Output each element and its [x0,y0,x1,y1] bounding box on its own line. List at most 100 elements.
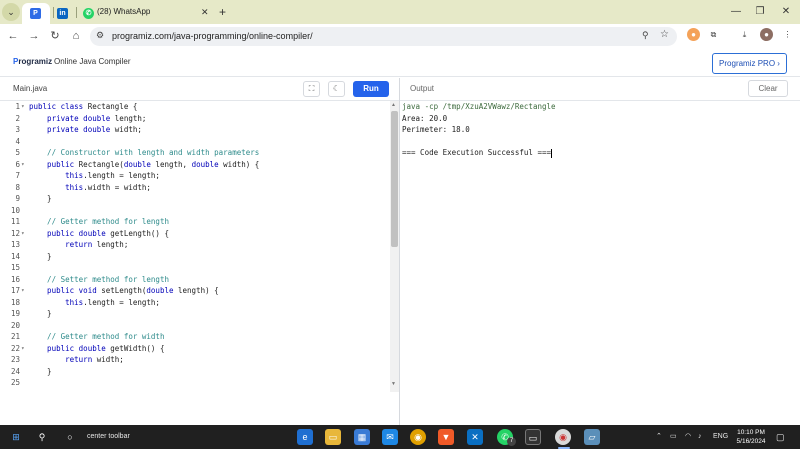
url-text[interactable]: programiz.com/java-programming/online-co… [112,27,313,46]
line-number: 3 [15,125,20,134]
volume-icon[interactable]: ♪ [698,425,702,449]
restore-button[interactable]: ❐ [750,0,770,24]
brave-icon[interactable]: ▼ [438,429,454,445]
code-text: return length; [29,239,128,251]
reload-icon[interactable]: ↻ [48,29,62,43]
dark-mode-moon-icon[interactable]: ☾ [328,81,345,97]
code-line[interactable]: 9 } [0,193,388,205]
edge-icon[interactable]: e [297,429,313,445]
browser-toolbar: ← → ↻ ⌂ ⚙ programiz.com/java-programming… [0,24,800,49]
language-indicator[interactable]: ENG [713,425,728,449]
code-line[interactable]: 22 ▾ public double getWidth() { [0,343,388,355]
battery-icon[interactable]: ▭ [670,425,677,449]
wifi-icon[interactable]: ◠ [685,425,691,449]
new-tab-button[interactable]: + [219,0,226,24]
code-line[interactable]: 11 // Getter method for length [0,216,388,228]
scroll-down-arrow-icon[interactable]: ▼ [391,381,396,387]
tray-chevron-icon[interactable]: ⌃ [656,425,662,449]
code-line[interactable]: 12 ▾ public double getLength() { [0,228,388,240]
code-line[interactable]: 18 this.length = length; [0,297,388,309]
mail-icon[interactable]: ✉ [382,429,398,445]
site-info-icon[interactable]: ⚙ [96,30,104,41]
zoom-icon[interactable]: ⚲ [642,30,649,41]
tab-search-dropdown[interactable]: ⌄ [2,3,20,21]
extensions-puzzle-icon[interactable]: ⧉ [707,28,720,41]
code-line[interactable]: 1 ▾ public class Rectangle { [0,101,388,113]
linkedin-favicon-icon[interactable]: in [57,8,68,19]
code-line[interactable]: 8 this.width = width; [0,182,388,194]
line-number: 19 [10,309,20,318]
profile-avatar[interactable]: ● [760,28,773,41]
editor-scrollbar-thumb[interactable] [391,111,398,247]
microsoft-store-icon[interactable]: ▦ [354,429,370,445]
run-button[interactable]: Run [353,81,389,97]
tab-whatsapp-title[interactable]: (28) WhatsApp [97,0,150,24]
code-line[interactable]: 23 return width; [0,354,388,366]
download-icon[interactable]: ⤓ [738,28,751,41]
code-line[interactable]: 5 // Constructor with length and width p… [0,147,388,159]
code-line[interactable]: 15 [0,262,388,274]
terminal-icon[interactable]: ▭ [525,429,541,445]
code-line[interactable]: 3 private double width; [0,124,388,136]
notification-icon[interactable]: ▢ [776,425,785,449]
browser-tab-strip: ⌄ P in ✆ (28) WhatsApp ✕ + — ❐ ✕ [0,0,800,24]
address-bar[interactable]: ⚙ programiz.com/java-programming/online-… [90,27,677,46]
extension-icon[interactable]: ● [687,28,700,41]
site-header: Programiz Online Java Compiler Programiz… [0,49,800,77]
fold-arrow-icon[interactable]: ▾ [21,101,25,113]
search-icon[interactable]: ⚲ [34,429,50,445]
code-comment: // Getter method for width [29,332,165,341]
scroll-up-arrow-icon[interactable]: ▲ [391,102,396,108]
code-line[interactable]: 6 ▾ public Rectangle(double length, doubl… [0,159,388,171]
file-tab-main-java[interactable]: Main.java [13,84,47,93]
code-line[interactable]: 20 [0,320,388,332]
chrome-icon[interactable]: ◉ [410,429,426,445]
programiz-logo[interactable]: Programiz [13,57,52,66]
forward-arrow-icon[interactable]: → [27,29,41,43]
cortana-circle-icon[interactable]: ○ [62,429,78,445]
output-area-line: Area: 20.0 [402,113,448,123]
code-token: Rectangle( [74,159,124,169]
tab-programiz[interactable]: P [22,3,50,24]
back-arrow-icon[interactable]: ← [6,29,20,43]
code-line[interactable]: 17 ▾ public void setLength(double length)… [0,285,388,297]
code-keyword: private double [29,125,111,134]
programiz-pro-button[interactable]: Programiz PRO › [712,53,787,74]
fold-arrow-icon[interactable]: ▾ [21,159,25,171]
tab-close-icon[interactable]: ✕ [201,0,209,24]
clear-button[interactable]: Clear [748,80,788,97]
close-window-button[interactable]: ✕ [776,0,796,24]
code-line[interactable]: 2 private double length; [0,113,388,125]
file-explorer-icon[interactable]: ▭ [325,429,341,445]
code-keyword: public [29,159,75,169]
code-line[interactable]: 13 return length; [0,239,388,251]
code-line[interactable]: 25 [0,377,388,389]
code-line[interactable]: 10 [0,205,388,217]
code-line[interactable]: 4 [0,136,388,148]
windows-start-icon[interactable]: ⊞ [8,429,24,445]
code-text: private double width; [29,124,142,136]
code-text: } [29,308,52,320]
taskbar-search-text[interactable]: center toolbar [87,425,130,449]
app-icon[interactable]: ▱ [584,429,600,445]
chrome-active-icon[interactable]: ◉ [555,429,571,445]
menu-kebab-icon[interactable]: ⋮ [781,28,794,41]
bookmark-star-icon[interactable]: ☆ [660,29,669,40]
code-line[interactable]: 14 } [0,251,388,263]
fold-arrow-icon[interactable]: ▾ [21,285,25,297]
fold-arrow-icon[interactable]: ▾ [21,343,25,355]
code-line[interactable]: 19 } [0,308,388,320]
code-line[interactable]: 24 } [0,366,388,378]
code-token: Rectangle { [83,102,138,111]
fold-arrow-icon[interactable]: ▾ [21,228,25,240]
code-editor[interactable]: ▲ ▼ 1 ▾ public class Rectangle {2 private … [0,101,399,425]
fullscreen-icon[interactable]: ⛶ [303,81,320,97]
code-line[interactable]: 21 // Getter method for width [0,331,388,343]
code-line[interactable]: 16 // Setter method for length [0,274,388,286]
home-icon[interactable]: ⌂ [69,29,83,43]
code-line[interactable]: 7 this.length = length; [0,170,388,182]
minimize-button[interactable]: — [726,0,746,24]
system-clock[interactable]: 10:10 PM 5/16/2024 [733,428,769,446]
line-number: 21 [10,332,20,341]
vscode-icon[interactable]: ✕ [467,429,483,445]
